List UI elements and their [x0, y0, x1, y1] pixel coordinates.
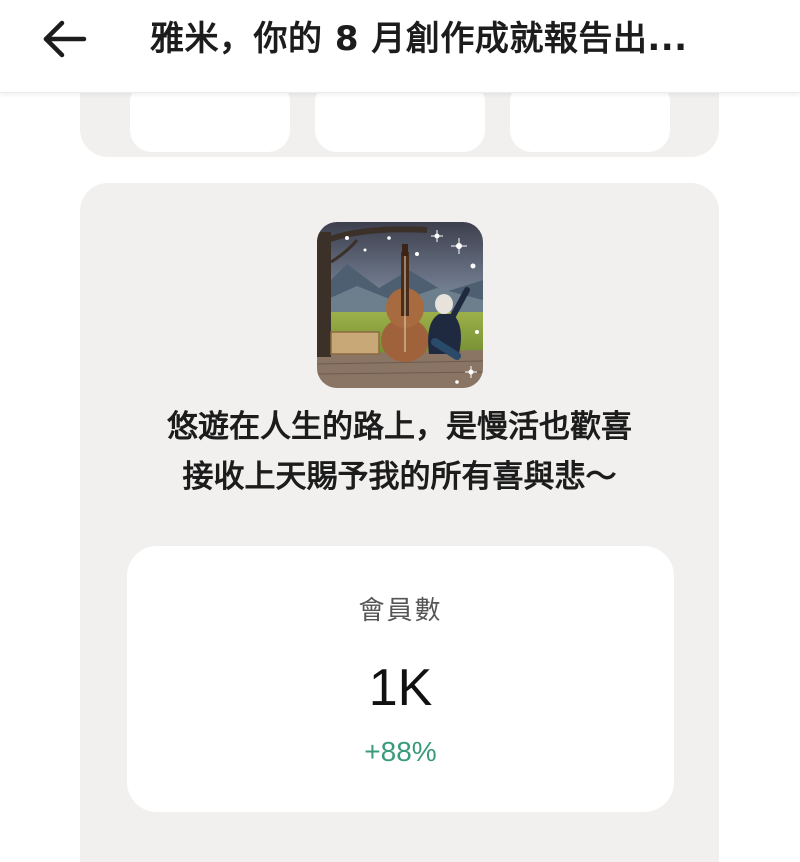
stat-value: 1K [368, 659, 433, 717]
member-count-card: 會員數 1K +88% [127, 546, 674, 812]
bio-line: 接收上天賜予我的所有喜與悲～ [182, 459, 617, 495]
stat-label: 會員數 [358, 596, 443, 626]
report-page: 雅米，你的 8 月創作成就報告出... 悠遊在人生的路上，是慢活也歡喜 接收上天… [0, 0, 800, 862]
arrow-left-icon [43, 20, 87, 58]
profile-bio: 悠遊在人生的路上，是慢活也歡喜 接收上天賜予我的所有喜與悲～ [80, 402, 719, 502]
avatar [317, 222, 483, 388]
page-title: 雅米，你的 8 月創作成就報告出... [150, 19, 688, 59]
back-button[interactable] [36, 14, 92, 64]
bio-line: 悠遊在人生的路上，是慢活也歡喜 [167, 409, 632, 445]
stat-delta: +88% [364, 736, 437, 767]
app-bar: 雅米，你的 8 月創作成就報告出... [0, 0, 800, 93]
